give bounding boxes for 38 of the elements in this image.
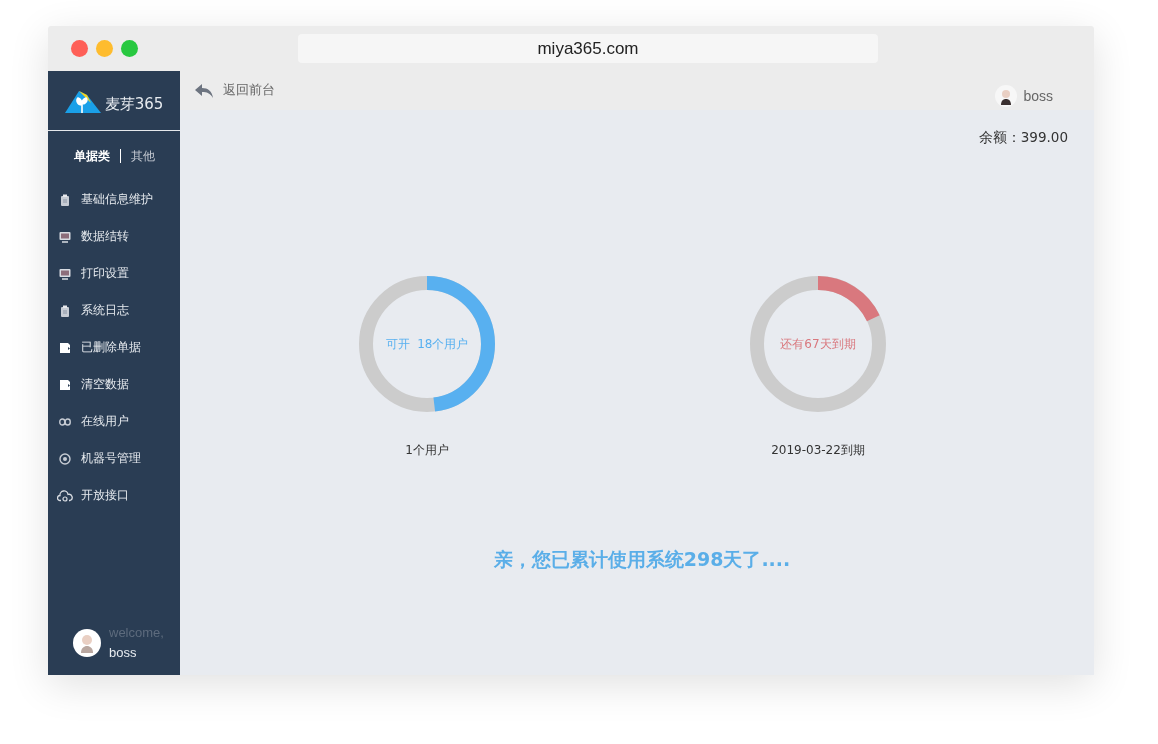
sidebar-item[interactable]: 已删除单据 xyxy=(48,329,180,366)
sidebar-item[interactable]: 打印设置 xyxy=(48,255,180,292)
meter-value: 可开 18个用户 xyxy=(384,336,470,353)
monitor-icon xyxy=(59,230,71,243)
sidebar-item[interactable]: 机器号管理 xyxy=(48,440,180,477)
cloud-icon xyxy=(57,489,73,502)
link-icon xyxy=(59,417,71,426)
document-icon xyxy=(59,341,71,354)
clipboard-icon xyxy=(59,304,71,317)
avatar-icon xyxy=(73,629,101,657)
user-name: boss xyxy=(109,644,138,662)
sidebar-item[interactable]: 开放接口 xyxy=(48,477,180,514)
meter-caption: 2019-03-22到期 xyxy=(771,442,865,459)
clipboard-icon xyxy=(59,193,71,206)
sidebar-item[interactable]: 基础信息维护 xyxy=(48,181,180,218)
sidebar-item[interactable]: 清空数据 xyxy=(48,366,180,403)
sidebar-tab[interactable]: 其他 xyxy=(130,147,155,165)
document-icon xyxy=(59,378,71,391)
logo-icon xyxy=(64,88,101,115)
monitor-icon xyxy=(59,267,71,280)
sidebar-item[interactable]: 系统日志 xyxy=(48,292,180,329)
zoom-button[interactable] xyxy=(121,40,138,57)
sidebar-item[interactable]: 数据结转 xyxy=(48,218,180,255)
balance-text: 余额：399.00 xyxy=(978,129,1068,147)
close-button[interactable] xyxy=(71,40,88,57)
avatar-icon xyxy=(995,84,1018,107)
reply-arrow-icon xyxy=(195,83,213,98)
address-bar[interactable]: miya365.com xyxy=(298,34,878,63)
meter-value: 还有67天到期 xyxy=(779,336,857,353)
target-icon xyxy=(59,452,71,465)
usage-message: 亲，您已累计使用系统298天了.... xyxy=(493,547,791,572)
sidebar-item[interactable]: 在线用户 xyxy=(48,403,180,440)
logo-text: 麦芽365 xyxy=(104,95,164,114)
back-link[interactable]: 返回前台 xyxy=(195,82,275,99)
meter-caption: 1个用户 xyxy=(405,442,449,459)
user-menu[interactable]: boss xyxy=(995,84,1053,107)
minimize-button[interactable] xyxy=(96,40,113,57)
sidebar-tab[interactable]: 单据类 xyxy=(73,147,110,165)
